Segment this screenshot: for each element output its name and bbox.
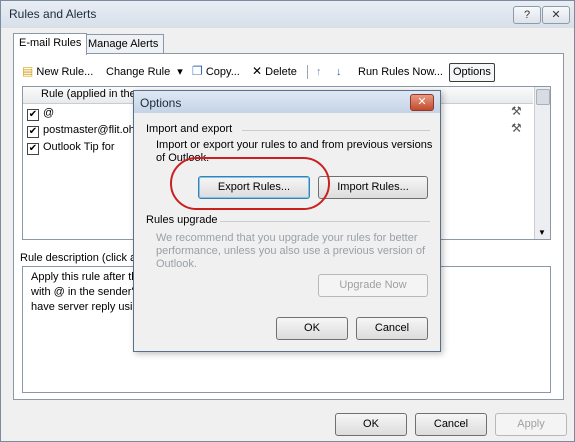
scroll-down-icon[interactable]: ▼ [538, 228, 546, 237]
group-divider [242, 130, 430, 131]
move-up-icon[interactable]: ↑ [316, 62, 322, 82]
options-cancel-button[interactable]: Cancel [356, 317, 428, 340]
options-ok-button[interactable]: OK [276, 317, 348, 340]
options-dialog-title: Options [140, 96, 182, 110]
run-rules-now-button[interactable]: Run Rules Now... [358, 62, 443, 82]
rule-row[interactable]: ✔ @ [27, 105, 54, 121]
copy-icon: ❐ [192, 64, 203, 78]
new-rule-label: New Rule... [36, 66, 94, 78]
ok-button[interactable]: OK [335, 413, 407, 436]
import-export-group-title: Import and export [146, 123, 233, 135]
help-button[interactable]: ? [513, 6, 541, 24]
upgrade-text: performance, unless you also use a previ… [156, 245, 426, 257]
close-button[interactable]: ✕ [542, 6, 570, 24]
move-down-icon[interactable]: ↓ [336, 62, 342, 82]
copy-label: Copy... [205, 66, 240, 78]
rule-checkbox[interactable]: ✔ [27, 143, 39, 155]
rule-row[interactable]: ✔ postmaster@flit.oh [27, 122, 135, 138]
copy-button[interactable]: ❐ Copy... [192, 62, 240, 82]
toolbar-separator [307, 65, 308, 79]
import-export-text: Import or export your rules to and from … [156, 139, 433, 151]
rule-checkbox[interactable]: ✔ [27, 126, 39, 138]
rule-name: postmaster@flit.oh [43, 124, 135, 136]
highlight-oval [170, 157, 330, 210]
options-close-button[interactable]: ✕ [410, 94, 434, 111]
new-rule-icon: ▤ [22, 64, 34, 78]
cancel-button[interactable]: Cancel [415, 413, 487, 436]
description-line: Apply this rule after th [31, 271, 138, 283]
tab-email-rules[interactable]: E-mail Rules [13, 33, 88, 55]
rules-list-scrollbar[interactable]: ▼ [534, 87, 550, 239]
description-line: have server reply usin [31, 301, 139, 313]
description-line: with @ in the sender's [31, 286, 140, 298]
apply-button[interactable]: Apply [495, 413, 567, 436]
tab-manage-alerts[interactable]: Manage Alerts [82, 34, 165, 54]
rule-description-label: Rule description (click an [20, 252, 143, 264]
window-title: Rules and Alerts [9, 7, 97, 21]
options-title-bar: Options ✕ [134, 91, 440, 113]
rule-column-header[interactable]: Rule (applied in the [41, 88, 136, 100]
chevron-down-icon: ▾ [177, 66, 183, 78]
upgrade-now-button[interactable]: Upgrade Now [318, 274, 428, 297]
delete-x-icon: ✕ [252, 64, 263, 78]
upgrade-text: Outlook. [156, 258, 197, 270]
change-rule-label: Change Rule [106, 66, 171, 78]
delete-label: Delete [265, 66, 297, 78]
scroll-thumb[interactable] [536, 89, 550, 105]
rules-upgrade-group-title: Rules upgrade [146, 214, 218, 226]
group-divider [220, 221, 430, 222]
rule-actions-icon: ⚒ [511, 104, 522, 118]
upgrade-text: We recommend that you upgrade your rules… [156, 232, 418, 244]
delete-button[interactable]: ✕ Delete [252, 62, 297, 82]
rule-name: @ [43, 107, 55, 119]
rule-name: Outlook Tip for [43, 141, 115, 153]
options-button[interactable]: Options [449, 63, 495, 82]
title-bar: Rules and Alerts ? ✕ [1, 1, 574, 28]
rule-actions-icon: ⚒ [511, 121, 522, 135]
options-dialog: Options ✕ Import and export Import or ex… [133, 90, 441, 352]
new-rule-button[interactable]: ▤ New Rule... [22, 62, 93, 82]
rule-checkbox[interactable]: ✔ [27, 109, 39, 121]
rule-row[interactable]: ✔ Outlook Tip for [27, 139, 115, 155]
import-rules-button[interactable]: Import Rules... [318, 176, 428, 199]
change-rule-button[interactable]: Change Rule ▾ [106, 62, 183, 82]
